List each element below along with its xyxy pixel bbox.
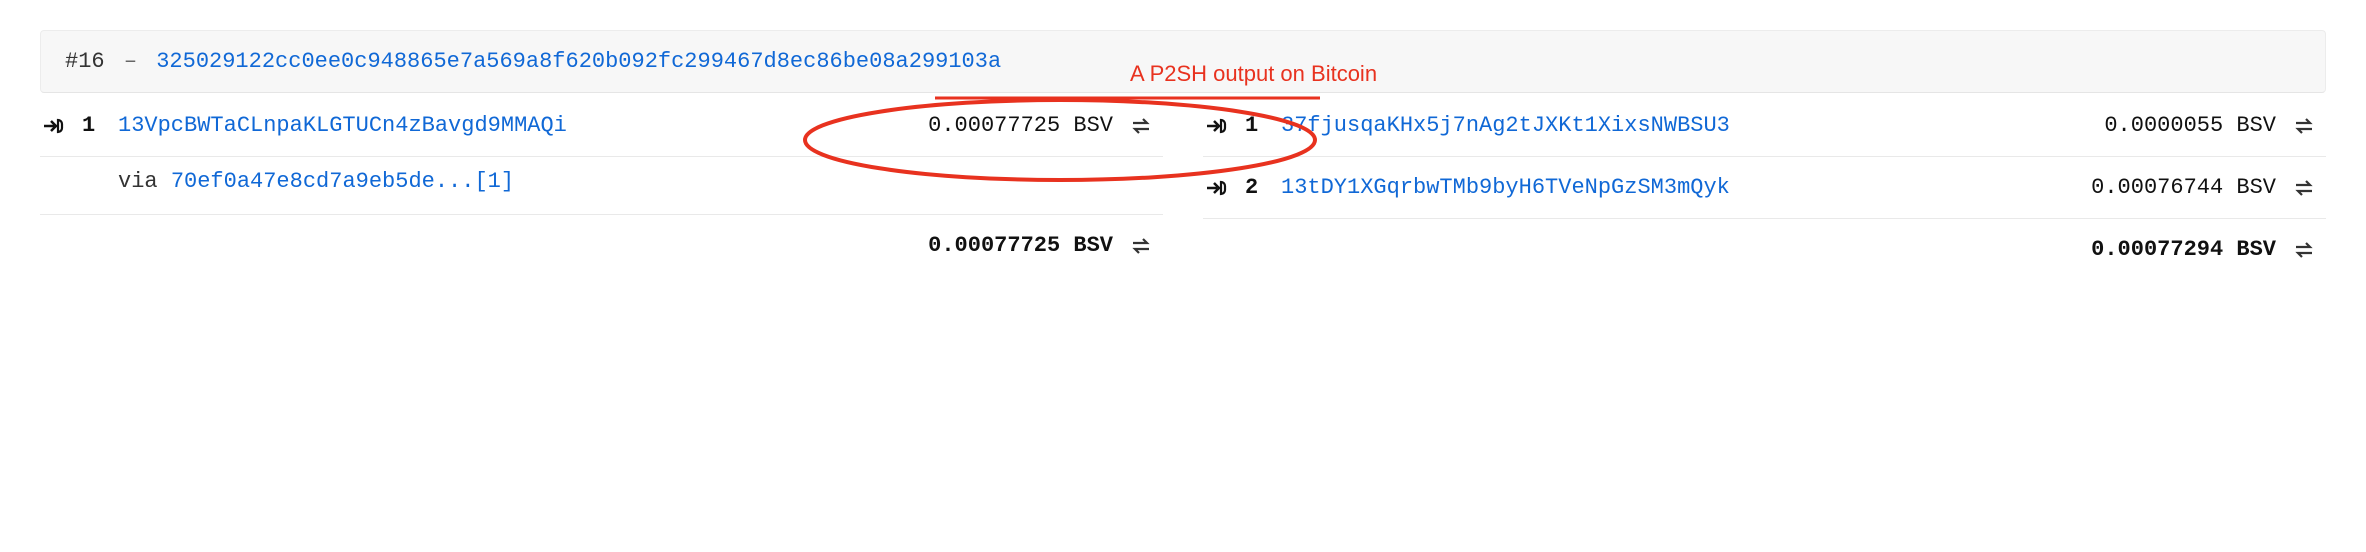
input-arrow-icon [40,117,68,135]
swap-icon[interactable] [1127,237,1155,255]
input-via: via 70ef0a47e8cd7a9eb5de...[1] [40,157,1163,215]
input-via-link[interactable]: 70ef0a47e8cd7a9eb5de...[1] [171,169,514,194]
inputs-total-row: 0.00077725 BSV [40,215,1163,276]
input-amount: 0.00077725 BSV [928,113,1113,138]
swap-icon[interactable] [2290,117,2318,135]
tx-header: #16 – 325029122cc0ee0c948865e7a569a8f620… [40,30,2326,93]
swap-icon[interactable] [2290,241,2318,259]
output-address-link[interactable]: 37fjusqaKHx5j7nAg2tJXKt1XixsNWBSU3 [1281,113,1730,138]
output-amount: 0.00076744 BSV [2091,175,2276,200]
outputs-column: 1 37fjusqaKHx5j7nAg2tJXKt1XixsNWBSU3 0.0… [1203,95,2326,280]
tx-hash-link[interactable]: 325029122cc0ee0c948865e7a569a8f620b092fc… [156,49,1001,74]
output-row: 2 13tDY1XGqrbwTMb9byH6TVeNpGzSM3mQyk 0.0… [1203,157,2326,219]
output-index: 1 [1245,113,1267,138]
output-arrow-icon [1203,117,1231,135]
input-address-link[interactable]: 13VpcBWTaCLnpaKLGTUCn4zBavgd9MMAQi [118,113,567,138]
tx-index: #16 [65,49,105,74]
outputs-total-row: 0.00077294 BSV [1203,219,2326,280]
swap-icon[interactable] [2290,179,2318,197]
input-index: 1 [82,113,104,138]
inputs-total: 0.00077725 BSV [928,233,1113,258]
input-row: 1 13VpcBWTaCLnpaKLGTUCn4zBavgd9MMAQi 0.0… [40,95,1163,157]
output-row: 1 37fjusqaKHx5j7nAg2tJXKt1XixsNWBSU3 0.0… [1203,95,2326,157]
via-label: via [118,169,158,194]
swap-icon[interactable] [1127,117,1155,135]
inputs-column: 1 13VpcBWTaCLnpaKLGTUCn4zBavgd9MMAQi 0.0… [40,95,1163,276]
outputs-total: 0.00077294 BSV [2091,237,2276,262]
output-address-link[interactable]: 13tDY1XGqrbwTMb9byH6TVeNpGzSM3mQyk [1281,175,1730,200]
output-amount: 0.0000055 BSV [2104,113,2276,138]
output-index: 2 [1245,175,1267,200]
tx-dash: – [124,49,137,74]
output-arrow-icon [1203,179,1231,197]
